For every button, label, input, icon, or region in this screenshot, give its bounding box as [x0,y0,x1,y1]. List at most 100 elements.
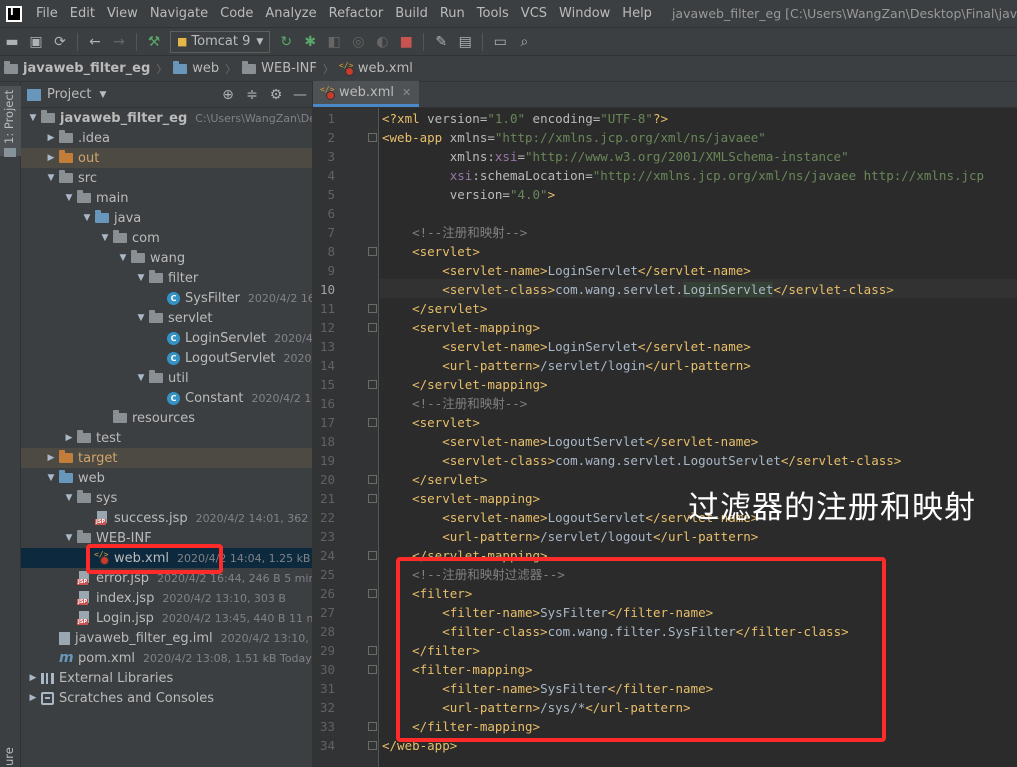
expanded-arrow-icon[interactable]: ▼ [133,273,149,283]
save-icon[interactable]: ▣ [25,31,47,53]
coverage-icon[interactable]: ◧ [323,31,345,53]
fold-marker-icon[interactable] [368,304,377,313]
tree-row[interactable]: ▶ External Libraries [21,668,312,688]
back-icon[interactable]: ← [84,31,106,53]
settings-wrench-icon[interactable]: ✎ [430,31,452,53]
breadcrumb-project[interactable]: javaweb_filter_eg [0,60,154,76]
tree-row[interactable]: ▼ servlet [21,308,312,328]
fold-marker-icon[interactable] [368,247,377,256]
menu-window[interactable]: Window [553,0,616,27]
menu-edit[interactable]: Edit [64,0,101,27]
menu-view[interactable]: View [101,0,144,27]
expanded-arrow-icon[interactable]: ▼ [133,313,149,323]
structure-tool-tab[interactable]: ure [2,747,16,766]
expanded-arrow-icon[interactable]: ▼ [97,233,113,243]
stop-icon[interactable]: ■ [395,31,417,53]
collapsed-arrow-icon[interactable]: ▶ [25,673,41,683]
fold-marker-icon[interactable] [368,380,377,389]
collapsed-arrow-icon[interactable]: ▶ [43,153,59,163]
tree-row[interactable]: ▶ Scratches and Consoles [21,688,312,708]
tree-row[interactable]: ▼ main [21,188,312,208]
menu-run[interactable]: Run [434,0,471,27]
menu-refactor[interactable]: Refactor [323,0,390,27]
folder-open-icon[interactable]: ▬ [1,31,23,53]
fold-marker-icon[interactable] [368,722,377,731]
expanded-arrow-icon[interactable]: ▼ [61,493,77,503]
fold-marker-icon[interactable] [368,418,377,427]
expanded-arrow-icon[interactable]: ▼ [79,213,95,223]
menu-code[interactable]: Code [214,0,259,27]
breadcrumb-file[interactable]: web.xml [336,61,417,77]
tree-row[interactable]: success.jsp 2020/4/2 14:01, 362 B 3 n [21,508,312,528]
gear-icon[interactable]: ⚙ [264,87,288,103]
menu-tools[interactable]: Tools [471,0,515,27]
fold-marker-icon[interactable] [368,475,377,484]
expanded-arrow-icon[interactable]: ▼ [115,253,131,263]
tree-row[interactable]: ▼ web [21,468,312,488]
attach-icon[interactable]: ◐ [371,31,393,53]
fold-marker-icon[interactable] [368,741,377,750]
collapsed-arrow-icon[interactable]: ▶ [43,133,59,143]
expanded-arrow-icon[interactable]: ▼ [43,473,59,483]
tree-row[interactable]: ▶ target [21,448,312,468]
tree-row[interactable]: ▼ java [21,208,312,228]
expanded-arrow-icon[interactable]: ▼ [25,113,41,123]
fold-marker-icon[interactable] [368,589,377,598]
expanded-arrow-icon[interactable]: ▼ [61,193,77,203]
menu-navigate[interactable]: Navigate [144,0,214,27]
tree-row[interactable]: ▼ filter [21,268,312,288]
fold-marker-icon[interactable] [368,646,377,655]
tree-row[interactable]: Login.jsp 2020/4/2 13:45, 440 B 11 minu [21,608,312,628]
collapse-all-icon[interactable]: ≑ [240,87,264,103]
expanded-arrow-icon[interactable]: ▼ [133,373,149,383]
tree-row[interactable]: C Constant 2020/4/2 14:0 [21,388,312,408]
tree-row[interactable]: C LoginServlet 2020/4/2 [21,328,312,348]
debug-icon[interactable]: ✱ [299,31,321,53]
menu-file[interactable]: File [30,0,64,27]
tree-row[interactable]: javaweb_filter_eg.iml 2020/4/2 13:10, 657… [21,628,312,648]
forward-icon[interactable]: → [108,31,130,53]
project-structure-icon[interactable]: ▤ [454,31,476,53]
tree-row[interactable]: ▶ .idea [21,128,312,148]
run-icon[interactable]: ↻ [275,31,297,53]
tree-row[interactable]: ▼ src [21,168,312,188]
fold-marker-icon[interactable] [368,494,377,503]
tree-row[interactable]: C LogoutServlet 2020/4/ [21,348,312,368]
tree-row[interactable]: m pom.xml 2020/4/2 13:08, 1.51 kB Today 13 [21,648,312,668]
expanded-arrow-icon[interactable]: ▼ [61,533,77,543]
tree-row[interactable]: ▶ out [21,148,312,168]
tree-row[interactable]: ▼ javaweb_filter_eg C:\Users\WangZan\Desk [21,108,312,128]
menu-analyze[interactable]: Analyze [259,0,322,27]
locate-target-icon[interactable]: ⊕ [216,87,240,103]
close-icon[interactable]: ✕ [402,86,411,99]
breadcrumb-web[interactable]: web [169,60,223,76]
tree-row[interactable]: resources [21,408,312,428]
tree-row[interactable]: ▼ wang [21,248,312,268]
build-hammer-icon[interactable]: ⚒ [143,31,165,53]
fold-marker-icon[interactable] [368,133,377,142]
tree-row[interactable]: ▼ util [21,368,312,388]
hide-minus-icon[interactable]: — [288,87,312,103]
tree-row[interactable]: ▼ com [21,228,312,248]
profile-icon[interactable]: ◎ [347,31,369,53]
sync-icon[interactable]: ⟳ [49,31,71,53]
tree-row[interactable]: C SysFilter 2020/4/2 16:4 [21,288,312,308]
terminal-icon[interactable]: ▭ [489,31,511,53]
chevron-down-icon[interactable]: ▼ [99,90,106,100]
fold-marker-icon[interactable] [368,551,377,560]
tree-row[interactable]: ▼ sys [21,488,312,508]
menu-build[interactable]: Build [389,0,434,27]
project-panel-title[interactable]: Project [47,87,91,102]
editor-tab-web-xml[interactable]: web.xml ✕ [313,81,420,107]
collapsed-arrow-icon[interactable]: ▶ [25,693,41,703]
run-configuration-select[interactable]: ■ Tomcat 9 ▼ [170,30,271,53]
project-tool-tab[interactable]: 1: Project [0,86,21,157]
collapsed-arrow-icon[interactable]: ▶ [43,453,59,463]
menu-vcs[interactable]: VCS [515,0,553,27]
search-icon[interactable]: ⌕ [513,31,535,53]
menu-help[interactable]: Help [616,0,658,27]
tree-row[interactable]: index.jsp 2020/4/2 13:10, 303 B [21,588,312,608]
expanded-arrow-icon[interactable]: ▼ [43,173,59,183]
breadcrumb-web-inf[interactable]: WEB-INF [238,60,321,76]
tree-row[interactable]: ▶ test [21,428,312,448]
